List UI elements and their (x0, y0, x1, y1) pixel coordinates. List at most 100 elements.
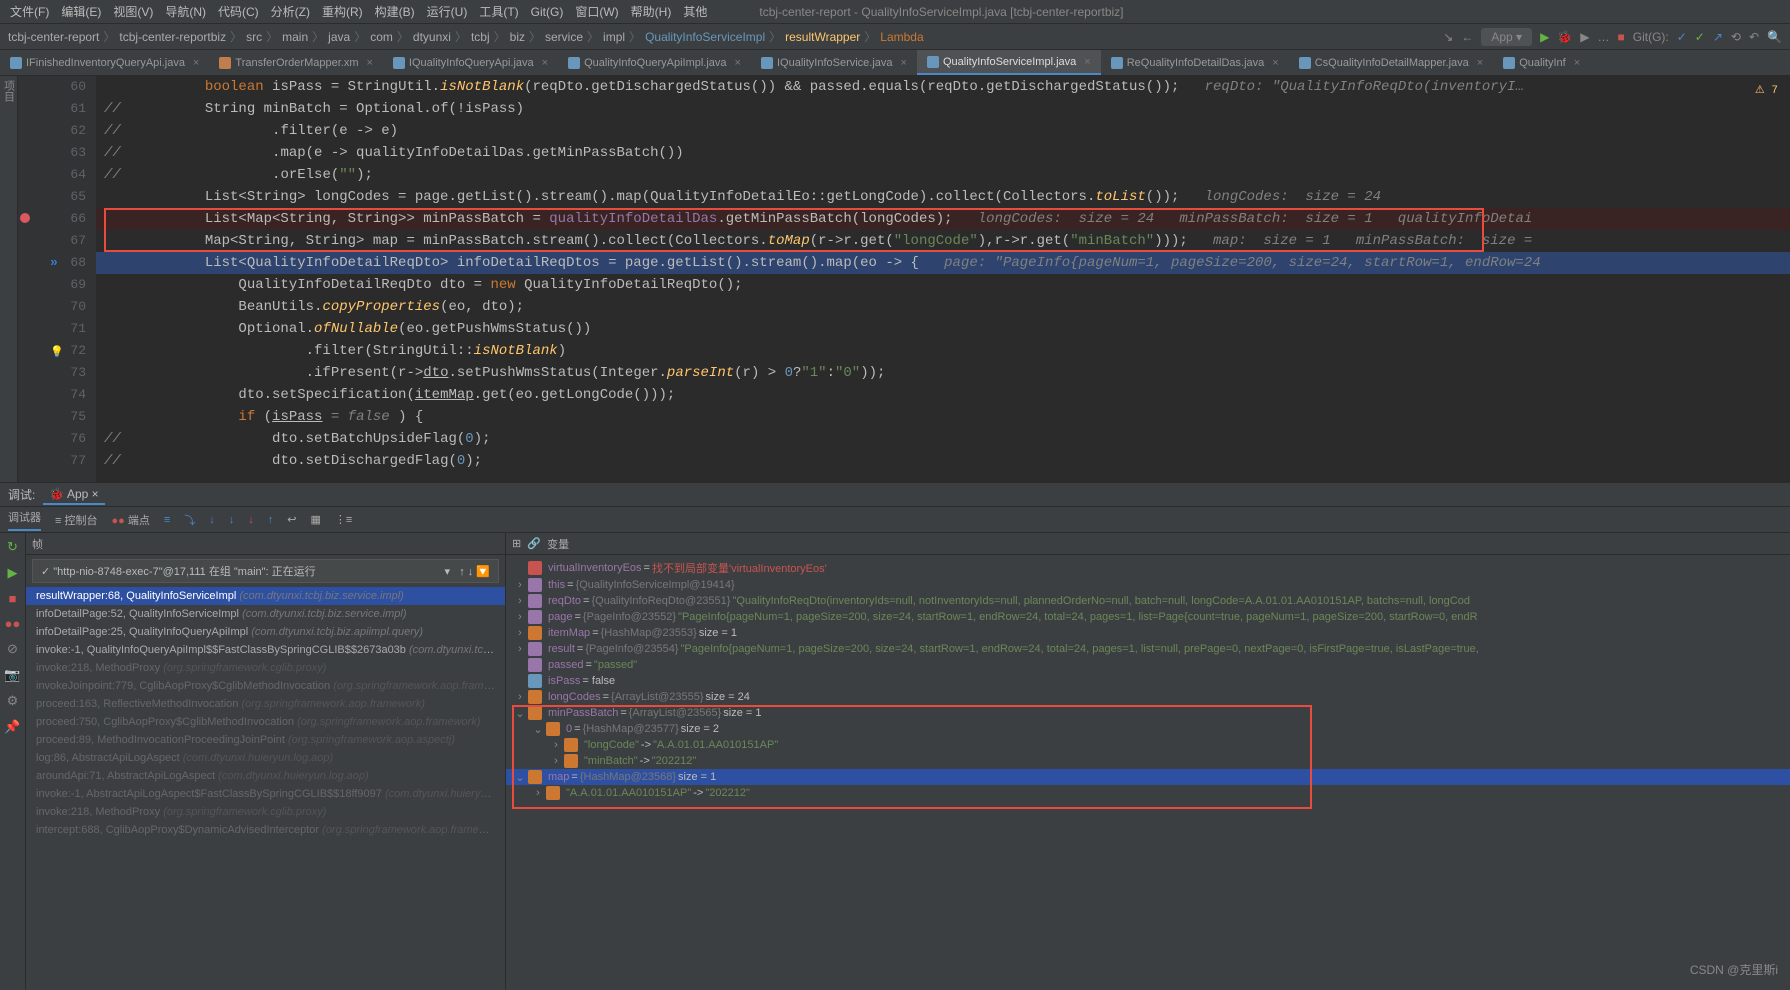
stop-debug-icon[interactable]: ■ (9, 591, 17, 606)
stack-frame[interactable]: proceed:750, CglibAopProxy$CglibMethodIn… (26, 713, 505, 731)
code-line[interactable]: QualityInfoDetailReqDto dto = new Qualit… (96, 274, 1790, 296)
layout-icon[interactable]: ⊞ (512, 537, 521, 550)
step-out-icon[interactable]: ↓ (229, 514, 235, 526)
variable-row[interactable]: ›page = {PageInfo@23552} "PageInfo{pageN… (506, 609, 1790, 625)
git-commit-icon[interactable]: ✓ (1695, 30, 1705, 44)
breadcrumb-item[interactable]: resultWrapper (785, 30, 860, 44)
variable-row[interactable]: ›"longCode" -> "A.A.01.01.AA010151AP" (506, 737, 1790, 753)
breadcrumb-item[interactable]: com (370, 30, 393, 44)
git-push-icon[interactable]: ↗ (1713, 30, 1723, 44)
run-config-select[interactable]: App ▾ (1481, 28, 1532, 46)
search-icon[interactable]: 🔍 (1767, 30, 1782, 44)
menu-item[interactable]: 运行(U) (421, 3, 474, 20)
code-line[interactable]: List<QualityInfoDetailReqDto> infoDetail… (96, 252, 1790, 274)
stack-frame[interactable]: invoke:218, MethodProxy (org.springframe… (26, 803, 505, 821)
breadcrumb-item[interactable]: QualityInfoServiceImpl (645, 30, 765, 44)
stop-icon[interactable]: ■ (1617, 30, 1624, 44)
breadcrumb-item[interactable]: java (328, 30, 350, 44)
step-icon[interactable]: ↓ (209, 514, 215, 526)
variable-row[interactable]: isPass = false (506, 673, 1790, 689)
code-line[interactable]: Map<String, String> map = minPassBatch.s… (96, 230, 1790, 252)
stack-frame[interactable]: infoDetailPage:52, QualityInfoServiceImp… (26, 605, 505, 623)
coverage-icon[interactable]: ▶ (1580, 30, 1589, 44)
variable-row[interactable]: ›longCodes = {ArrayList@23555} size = 24 (506, 689, 1790, 705)
menu-item[interactable]: 编辑(E) (55, 3, 107, 20)
menu-item[interactable]: 其他 (677, 3, 713, 20)
code-line[interactable]: .ifPresent(r->dto.setPushWmsStatus(Integ… (96, 362, 1790, 384)
code-line[interactable]: BeanUtils.copyProperties(eo, dto); (96, 296, 1790, 318)
error-indicator[interactable]: ⚠ 7 (1755, 80, 1778, 102)
code-line[interactable]: Optional.ofNullable(eo.getPushWmsStatus(… (96, 318, 1790, 340)
breadcrumb-item[interactable]: src (246, 30, 262, 44)
code-line[interactable]: // String minBatch = Optional.of(!isPass… (96, 98, 1790, 120)
stack-frame[interactable]: proceed:89, MethodInvocationProceedingJo… (26, 731, 505, 749)
menu-item[interactable]: 分析(Z) (265, 3, 316, 20)
debug-icon[interactable]: 🐞 (1557, 30, 1572, 44)
editor-tab[interactable]: IQualityInfoQueryApi.java× (383, 50, 558, 75)
menu-item[interactable]: 文件(F) (4, 3, 55, 20)
code-line[interactable]: // dto.setBatchUpsideFlag(0); (96, 428, 1790, 450)
breadcrumb-item[interactable]: tcbj-center-report (8, 30, 99, 44)
debug-app-tab[interactable]: 🐞 App × (43, 485, 104, 505)
code-line[interactable]: // dto.setDischargedFlag(0); (96, 450, 1790, 472)
stack-frame[interactable]: log:86, AbstractApiLogAspect (com.dtyunx… (26, 749, 505, 767)
rerun-icon[interactable]: ↻ (7, 539, 18, 555)
thread-dump-icon[interactable]: 📷 (4, 667, 20, 683)
code-line[interactable]: List<Map<String, String>> minPassBatch =… (96, 208, 1790, 230)
breadcrumb-item[interactable]: biz (510, 30, 525, 44)
stack-frame[interactable]: aroundApi:71, AbstractApiLogAspect (com.… (26, 767, 505, 785)
console-tab[interactable]: ≡ 控制台 (55, 512, 97, 528)
project-tool-tab[interactable]: 项目 (1, 80, 17, 102)
code-line[interactable]: // .filter(e -> e) (96, 120, 1790, 142)
profile-icon[interactable]: … (1597, 30, 1609, 44)
stack-frame[interactable]: infoDetailPage:25, QualityInfoQueryApiIm… (26, 623, 505, 641)
breadcrumb-item[interactable]: dtyunxi (413, 30, 451, 44)
variable-row[interactable]: ›this = {QualityInfoServiceImpl@19414} (506, 577, 1790, 593)
menu-item[interactable]: Git(G) (525, 5, 570, 19)
frame-list[interactable]: resultWrapper:68, QualityInfoServiceImpl… (26, 587, 505, 990)
stack-frame[interactable]: invoke:218, MethodProxy (org.springframe… (26, 659, 505, 677)
debugger-tab[interactable]: 调试器 (8, 509, 41, 531)
drop-frame-icon[interactable]: ↩ (287, 513, 296, 526)
code-line[interactable]: boolean isPass = StringUtil.isNotBlank(r… (96, 76, 1790, 98)
breadcrumb-item[interactable]: main (282, 30, 308, 44)
menu-item[interactable]: 重构(R) (316, 3, 369, 20)
breadcrumb-item[interactable]: service (545, 30, 583, 44)
breakpoints-tab[interactable]: ●● 端点 (111, 512, 149, 528)
variable-row[interactable]: ›"A.A.01.01.AA010151AP" -> "202212" (506, 785, 1790, 801)
code-line[interactable]: dto.setSpecification(itemMap.get(eo.getL… (96, 384, 1790, 406)
stack-frame[interactable]: invoke:-1, AbstractApiLogAspect$FastClas… (26, 785, 505, 803)
stack-frame[interactable]: resultWrapper:68, QualityInfoServiceImpl… (26, 587, 505, 605)
variable-row[interactable]: passed = "passed" (506, 657, 1790, 673)
git-revert-icon[interactable]: ↶ (1749, 30, 1759, 44)
editor-tab[interactable]: QualityInfoServiceImpl.java× (917, 50, 1101, 75)
stack-frame[interactable]: invoke:-1, QualityInfoQueryApiImpl$$Fast… (26, 641, 505, 659)
thread-selector[interactable]: ✓ "http-nio-8748-exec-7"@17,111 在组 "main… (32, 559, 499, 583)
step-over-icon[interactable]: ≡ (164, 514, 170, 526)
breadcrumb-item[interactable]: impl (603, 30, 625, 44)
code-line[interactable]: List<String> longCodes = page.getList().… (96, 186, 1790, 208)
breadcrumb-item[interactable]: tcbj (471, 30, 490, 44)
editor-tab[interactable]: TransferOrderMapper.xm× (209, 50, 383, 75)
build-icon[interactable]: ↘ (1443, 30, 1453, 44)
eval-icon[interactable]: ▦ (310, 513, 320, 526)
stack-frame[interactable]: invokeJoinpoint:779, CglibAopProxy$Cglib… (26, 677, 505, 695)
force-step-icon[interactable]: ↓ (248, 514, 254, 526)
variable-row[interactable]: ›result = {PageInfo@23554} "PageInfo{pag… (506, 641, 1790, 657)
menu-item[interactable]: 视图(V) (107, 3, 159, 20)
code-line[interactable]: // .map(e -> qualityInfoDetailDas.getMin… (96, 142, 1790, 164)
menu-item[interactable]: 窗口(W) (569, 3, 624, 20)
code-editor[interactable]: ⚠ 7 boolean isPass = StringUtil.isNotBla… (96, 76, 1790, 482)
breadcrumb-item[interactable]: tcbj-center-reportbiz (119, 30, 226, 44)
editor-tab[interactable]: QualityInf× (1493, 50, 1590, 75)
git-update-icon[interactable]: ✓ (1677, 30, 1687, 44)
variable-row[interactable]: virtualInventoryEos = 找不到局部变量'virtualInv… (506, 559, 1790, 577)
variable-row[interactable]: ›reqDto = {QualityInfoReqDto@23551} "Qua… (506, 593, 1790, 609)
variable-row[interactable]: ⌄0 = {HashMap@23577} size = 2 (506, 721, 1790, 737)
editor-tab[interactable]: ReQualityInfoDetailDas.java× (1101, 50, 1289, 75)
more-icon[interactable]: ⋮≡ (335, 513, 352, 526)
code-line[interactable]: // .orElse(""); (96, 164, 1790, 186)
editor-tab[interactable]: IFinishedInventoryQueryApi.java× (0, 50, 209, 75)
resume-icon[interactable]: ▶ (8, 565, 18, 581)
view-bp-icon[interactable]: ●● (5, 616, 21, 631)
